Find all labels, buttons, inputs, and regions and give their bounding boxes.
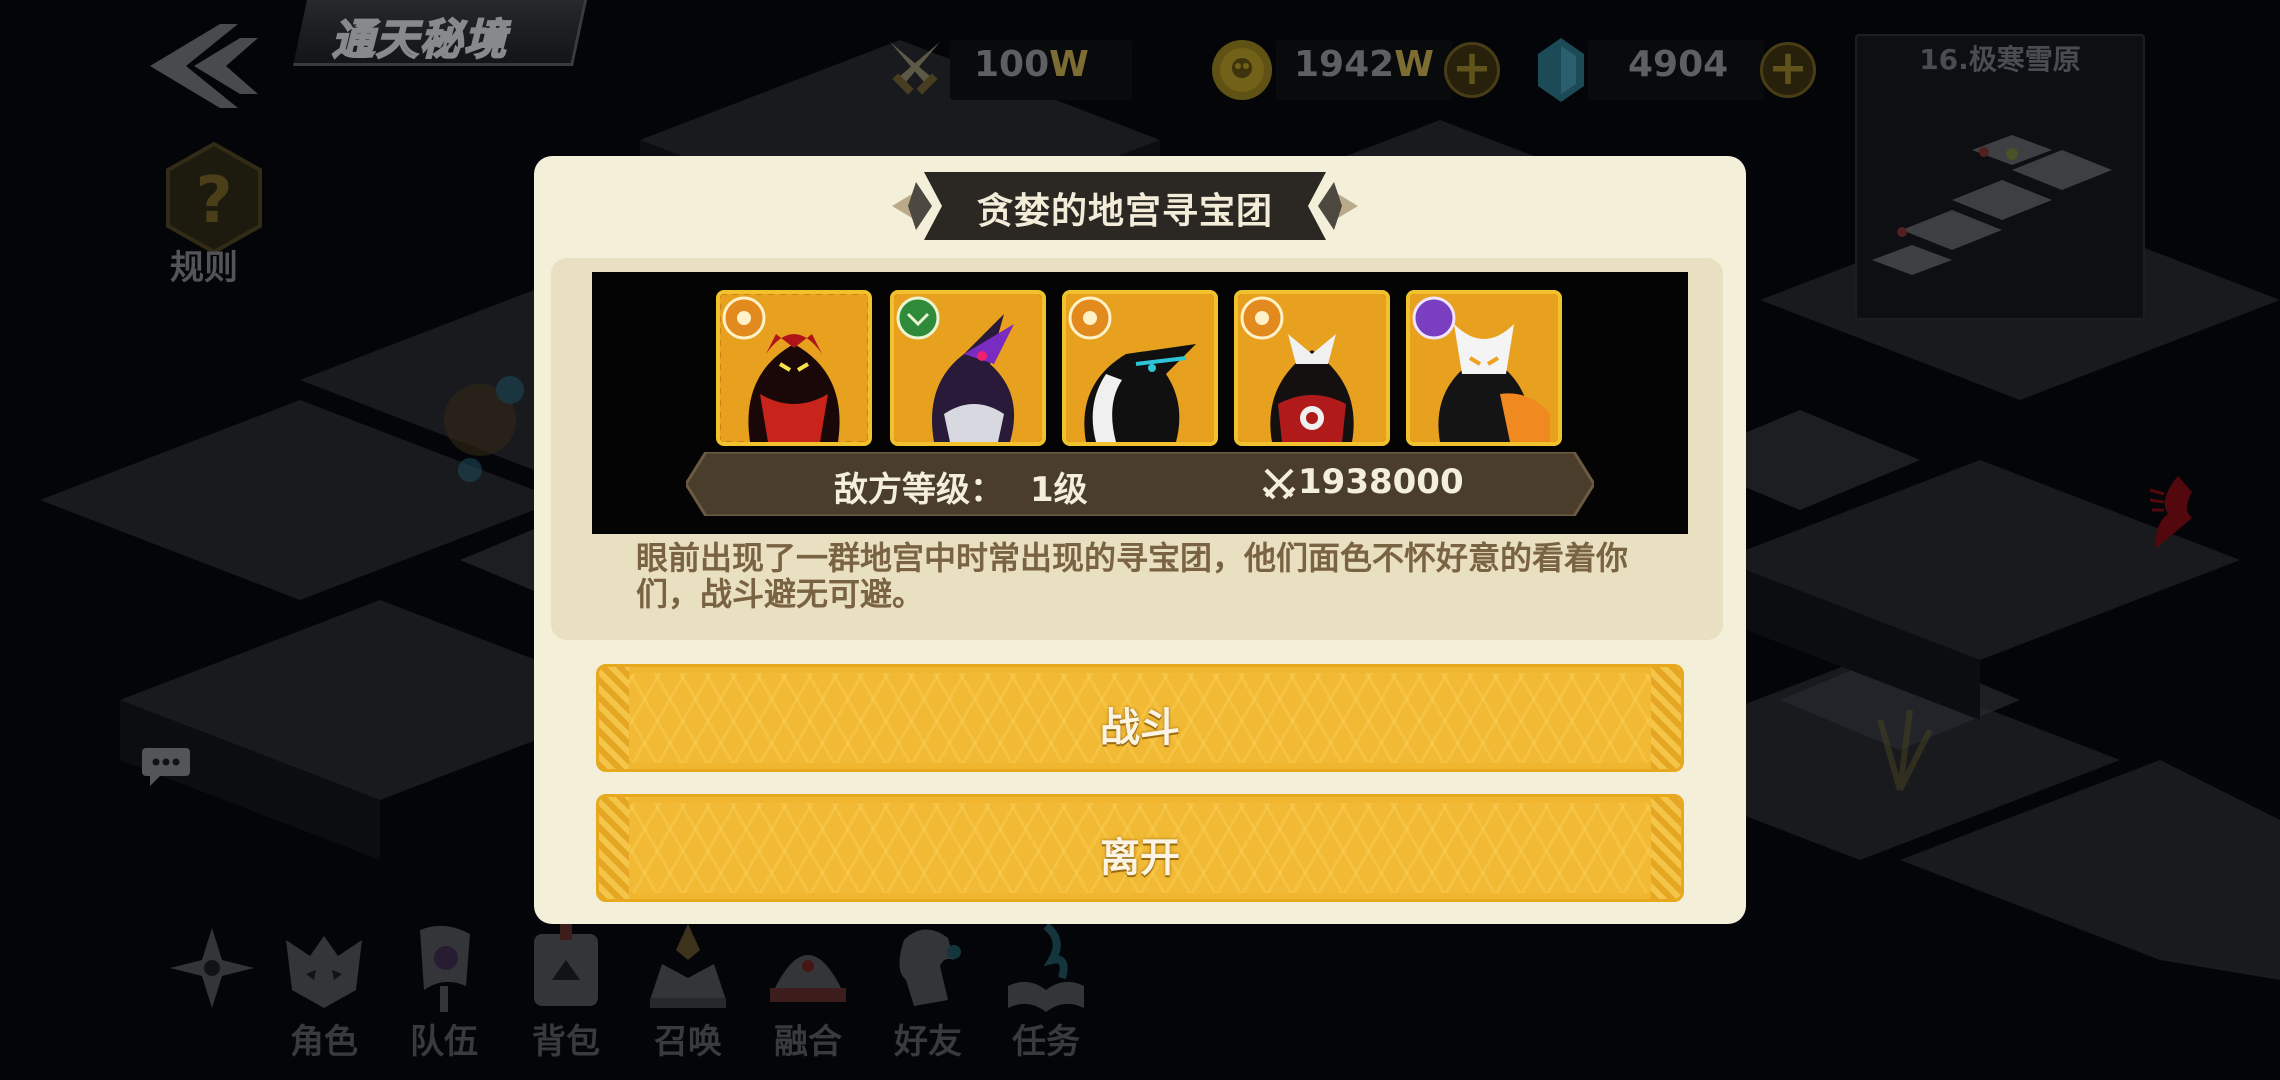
enemy-portrait-2[interactable] (890, 290, 1046, 446)
dark-dragon-portrait-icon (894, 294, 1042, 442)
dialog-title: 贪婪的地宫寻宝团 (976, 191, 1273, 232)
white-masked-portrait-icon (1410, 294, 1558, 442)
horned-warrior-portrait-icon (1238, 294, 1386, 442)
leave-button[interactable]: 离开 (596, 794, 1684, 902)
enemy-portrait-3[interactable] (1062, 290, 1218, 446)
demon-portrait-icon (720, 294, 868, 442)
fight-button[interactable]: 战斗 (596, 664, 1684, 772)
enemy-portrait-4[interactable] (1234, 290, 1390, 446)
encounter-description: 眼前出现了一群地宫中时常出现的寻宝团，他们面色不怀好意的看着你们，战斗避无可避。 (636, 539, 1629, 613)
enemy-power-value: 1938000 (1298, 462, 1464, 502)
fight-button-label: 战斗 (1100, 705, 1180, 751)
leave-button-label: 离开 (1100, 835, 1180, 881)
shadow-wolf-portrait-icon (1066, 294, 1214, 442)
enemy-portrait-1[interactable] (716, 290, 872, 446)
enemy-level-value: 1级 (1030, 470, 1088, 510)
enemy-level-label: 敌方等级： (834, 470, 1004, 510)
crossed-swords-icon (1262, 468, 1296, 500)
enemy-portrait-5[interactable] (1406, 290, 1562, 446)
